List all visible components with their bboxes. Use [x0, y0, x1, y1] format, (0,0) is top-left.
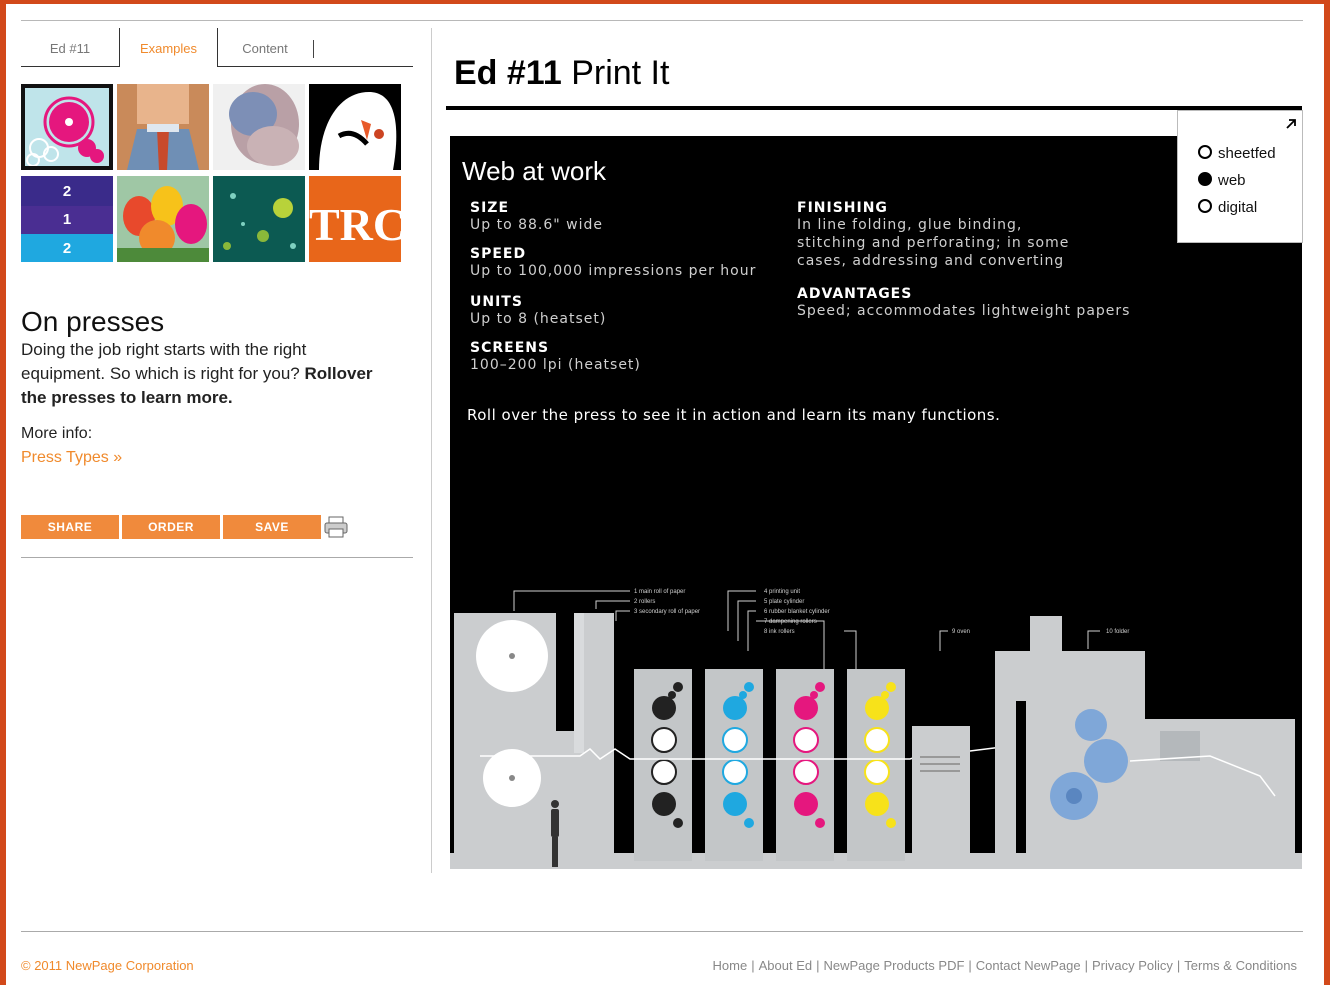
press-types-link[interactable]: Press Types »: [21, 449, 122, 467]
spec-label: UNITS: [470, 294, 523, 310]
footer-link-terms[interactable]: Terms & Conditions: [1184, 958, 1297, 973]
calendar-number: 1: [63, 211, 71, 228]
option-label: web: [1218, 172, 1246, 189]
radio-selected-icon: [1198, 172, 1212, 186]
link-separator: |: [816, 958, 820, 973]
calendar-number: 2: [63, 183, 71, 200]
diagram-label: 8 ink rollers: [764, 629, 795, 635]
orange-type-text: TRC: [309, 199, 401, 250]
printing-units: [634, 669, 905, 861]
diagram-label: 2 rollers: [634, 599, 655, 605]
tab-ed11[interactable]: Ed #11: [21, 28, 119, 66]
spec-screens: SCREENS 100–200 lpi (heatset): [470, 340, 641, 374]
spec-label: ADVANTAGES: [797, 286, 913, 302]
thumb-ghost-graphic[interactable]: [309, 84, 401, 170]
page-frame: Ed #11 Examples Content 212 TRC On press…: [6, 4, 1324, 985]
link-separator: |: [1176, 958, 1181, 973]
thumb-orange-type[interactable]: TRC: [309, 176, 401, 262]
diagram-label: 4 printing unit: [764, 589, 800, 595]
diagram-label: 5 plate cylinder: [764, 599, 804, 605]
option-label: sheetfed: [1218, 145, 1276, 162]
intro-text: Doing the job right starts with the righ…: [21, 340, 307, 383]
diagram-label: 9 oven: [952, 629, 970, 635]
footer-link-privacy[interactable]: Privacy Policy: [1092, 958, 1173, 973]
footer-link-about[interactable]: About Ed: [759, 958, 813, 973]
footer-divider: [21, 931, 1303, 932]
rollover-instruction: Roll over the press to see it in action …: [467, 406, 1001, 424]
share-button[interactable]: SHARE: [21, 515, 119, 539]
spec-label: FINISHING: [797, 200, 888, 216]
footer-links: Home | About Ed | NewPage Products PDF | Conta…: [713, 958, 1297, 973]
radio-icon: [1198, 199, 1212, 213]
thumb-press-dots[interactable]: [21, 84, 113, 170]
spec-units: UNITS Up to 8 (heatset): [470, 294, 606, 328]
radio-icon: [1198, 145, 1212, 159]
option-label: digital: [1218, 199, 1258, 216]
spec-advantages: ADVANTAGES Speed; accommodates lightweigh…: [797, 286, 1130, 320]
title-text: Print It: [571, 54, 670, 92]
footer-link-products[interactable]: NewPage Products PDF: [824, 958, 965, 973]
tab-underline: [21, 66, 119, 67]
example-thumbnails: 2 1 2 TRC: [21, 84, 405, 264]
section-heading: On presses: [21, 306, 165, 337]
link-separator: |: [751, 958, 755, 973]
link-separator: |: [968, 958, 972, 973]
option-digital[interactable]: digital: [1198, 199, 1257, 216]
thumb-businessman[interactable]: [117, 84, 209, 170]
tab-content[interactable]: Content: [216, 28, 314, 66]
diagram-label: 1 main roll of paper: [634, 589, 685, 595]
title-rule: [446, 106, 1302, 110]
copyright-text: © 2011 NewPage Corporation: [21, 958, 194, 973]
human-figure: [551, 800, 559, 867]
order-button[interactable]: ORDER: [122, 515, 220, 539]
footer-link-home[interactable]: Home: [713, 958, 748, 973]
spec-size: SIZE Up to 88.6" wide: [470, 200, 603, 234]
spec-value: Up to 100,000 impressions per hour: [470, 263, 757, 279]
thumb-calendar[interactable]: 2 1 2: [21, 176, 113, 262]
save-button[interactable]: SAVE: [223, 515, 321, 539]
page-title: Ed #11 Print It: [454, 54, 669, 93]
spec-value-line: stitching and perforating; in some: [797, 235, 1070, 251]
spec-speed: SPEED Up to 100,000 impressions per hour: [470, 246, 756, 280]
left-divider: [21, 557, 413, 558]
spec-finishing: FINISHING In line folding, glue binding, s…: [797, 200, 1069, 270]
diagram-label: 7 dampening rollers: [764, 619, 817, 625]
spec-value-line: Speed; accommodates lightweight papers: [797, 303, 1131, 319]
spec-label: SIZE: [470, 200, 510, 216]
press-type-selector: sheetfed web digital: [1177, 110, 1303, 243]
print-icon[interactable]: [324, 516, 348, 538]
press-panel: Web at work SIZE Up to 88.6" wide SPEED Up…: [450, 136, 1302, 869]
thumb-silhouette[interactable]: [213, 84, 305, 170]
diagram-label: 3 secondary roll of paper: [634, 609, 700, 615]
tab-underline: [216, 66, 413, 67]
option-web[interactable]: web: [1198, 172, 1246, 189]
top-divider: [21, 20, 1303, 21]
title-issue: Ed #11: [454, 54, 562, 92]
expand-icon[interactable]: [1284, 117, 1298, 131]
web-press-diagram[interactable]: 1 main roll of paper 2 rollers 3 seconda…: [450, 581, 1302, 869]
footer-link-contact[interactable]: Contact NewPage: [976, 958, 1081, 973]
intro-paragraph: Doing the job right starts with the righ…: [21, 338, 391, 410]
tab-bar: Ed #11 Examples Content: [21, 28, 413, 68]
spec-value: 100–200 lpi (heatset): [470, 357, 641, 373]
spec-label: SCREENS: [470, 340, 550, 356]
spec-value-line: In line folding, glue binding,: [797, 217, 1023, 233]
column-divider: [431, 28, 432, 873]
calendar-number: 2: [63, 240, 71, 257]
thumb-droplets[interactable]: [213, 176, 305, 262]
diagram-label: 10 folder: [1106, 629, 1129, 635]
diagram-label: 6 rubber blanket cylinder: [764, 609, 830, 615]
panel-heading: Web at work: [462, 156, 607, 186]
more-info-label: More info:: [21, 425, 93, 442]
spec-value: Up to 88.6" wide: [470, 217, 603, 233]
thumb-tulips[interactable]: [117, 176, 209, 262]
spec-value-line: cases, addressing and converting: [797, 253, 1065, 269]
spec-value: Up to 8 (heatset): [470, 311, 607, 327]
spec-label: SPEED: [470, 246, 527, 262]
link-separator: |: [1084, 958, 1088, 973]
option-sheetfed[interactable]: sheetfed: [1198, 145, 1276, 162]
tab-separator: [313, 40, 314, 58]
tab-examples[interactable]: Examples: [119, 28, 218, 67]
